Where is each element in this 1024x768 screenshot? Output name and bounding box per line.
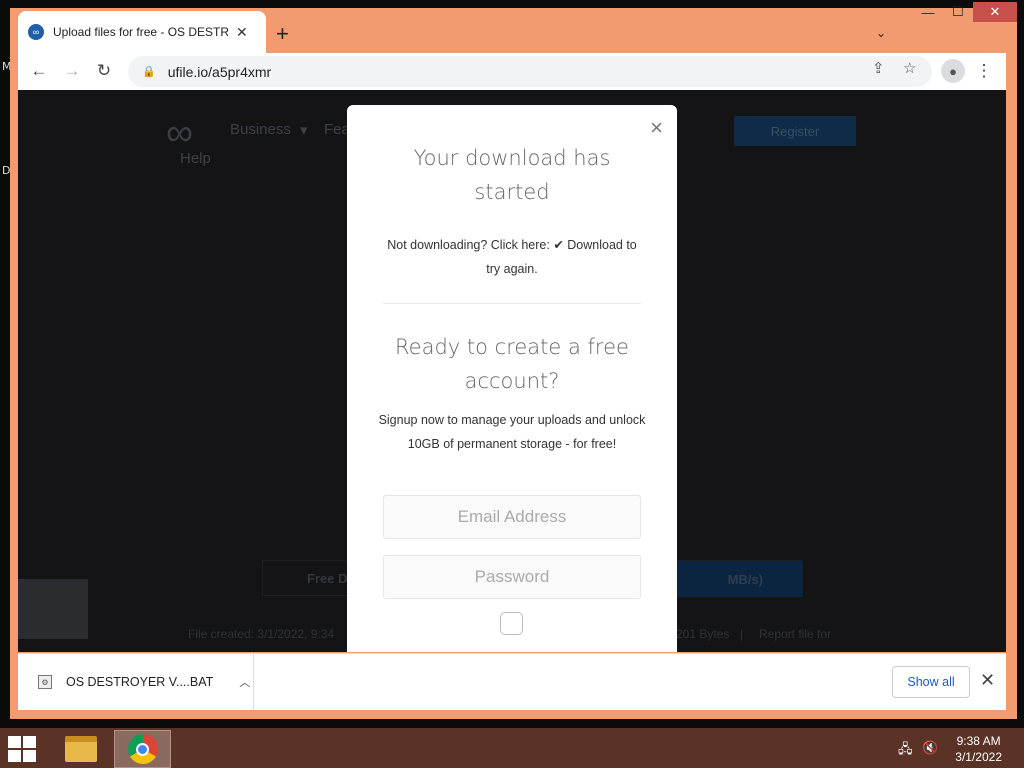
download-modal: × Your download has started Not download… bbox=[347, 105, 677, 652]
lock-icon[interactable]: 🔒 bbox=[142, 65, 156, 78]
chevron-up-icon[interactable]: ︿ bbox=[239, 674, 250, 690]
fast-download-button: MB/s) bbox=[663, 561, 803, 597]
not-downloading-text: Not downloading? Click here: ✔ Download … bbox=[380, 233, 644, 281]
reload-icon[interactable]: ↻ bbox=[91, 59, 117, 83]
window-controls: — ☐ ✕ bbox=[913, 2, 1017, 22]
taskbar: 🖧 🔇 9:38 AM 3/1/2022 bbox=[0, 728, 1024, 768]
clock-time: 9:38 AM bbox=[956, 734, 1001, 748]
site-logo-icon: ∞ bbox=[166, 112, 194, 154]
browser-toolbar: ← → ↻ 🔒 ufile.io/a5pr4xmr ⇪ ☆ ● ⋮ bbox=[18, 53, 1006, 90]
free-download-label: Free D bbox=[307, 571, 348, 586]
register-button: Register bbox=[734, 116, 856, 146]
signup-description: Signup now to manage your uploads and un… bbox=[378, 413, 646, 451]
clock-date: 3/1/2022 bbox=[955, 750, 1002, 764]
window-close-button[interactable]: ✕ bbox=[973, 2, 1017, 22]
windows-start-icon[interactable] bbox=[8, 736, 38, 762]
nav-business-chevron-icon: ▾ bbox=[300, 122, 308, 139]
download-file-name: OS DESTROYER V....BAT bbox=[66, 675, 214, 689]
tab-search-chevron-icon[interactable]: ⌄ bbox=[876, 26, 886, 40]
download-bar-close-icon[interactable]: ✕ bbox=[980, 670, 995, 691]
footer-separator: | bbox=[740, 627, 744, 641]
bat-file-icon: ⚙ bbox=[38, 675, 52, 689]
download-bar: ⚙ OS DESTROYER V....BAT ︿ Show all ✕ bbox=[18, 653, 1006, 710]
modal-close-icon[interactable]: × bbox=[650, 117, 663, 139]
retry-download-link[interactable]: ✔ Download bbox=[553, 238, 623, 252]
nav-business: Business bbox=[230, 121, 291, 138]
network-icon[interactable]: 🖧 bbox=[898, 740, 913, 762]
chrome-taskbar-button[interactable] bbox=[114, 730, 171, 768]
volume-muted-icon[interactable]: 🔇 bbox=[922, 740, 938, 756]
download-heading: Your download has started bbox=[413, 146, 611, 204]
menu-kebab-icon[interactable]: ⋮ bbox=[971, 59, 997, 83]
tab-title: Upload files for free - OS DESTROYER bbox=[53, 25, 228, 39]
report-file-link: Report file for bbox=[759, 627, 832, 641]
download-item[interactable]: ⚙ OS DESTROYER V....BAT ︿ bbox=[18, 654, 254, 710]
terms-checkbox[interactable] bbox=[500, 612, 523, 635]
chrome-icon bbox=[127, 734, 158, 764]
ufile-logo-icon: ∞ bbox=[28, 24, 44, 40]
password-field[interactable] bbox=[383, 555, 641, 599]
nav-features: Fea bbox=[324, 121, 350, 138]
share-icon[interactable]: ⇪ bbox=[872, 59, 885, 77]
file-created-text: File created: 3/1/2022, 9:34 bbox=[188, 627, 335, 641]
profile-avatar-icon[interactable]: ● bbox=[941, 59, 965, 83]
not-downloading-prefix: Not downloading? Click here: bbox=[387, 238, 554, 252]
email-field[interactable] bbox=[383, 495, 641, 539]
account-heading: Ready to create a free account? bbox=[395, 335, 629, 393]
file-size-text: 201 Bytes bbox=[676, 627, 730, 641]
maximize-button[interactable]: ☐ bbox=[943, 2, 973, 22]
file-explorer-button[interactable] bbox=[52, 730, 109, 768]
browser-tab[interactable]: ∞ Upload files for free - OS DESTROYER ✕ bbox=[18, 11, 266, 53]
address-bar[interactable]: 🔒 ufile.io/a5pr4xmr bbox=[128, 56, 932, 87]
back-arrow-icon[interactable]: ← bbox=[26, 59, 52, 83]
address-url[interactable]: ufile.io/a5pr4xmr bbox=[168, 64, 272, 80]
bookmark-star-icon[interactable]: ☆ bbox=[903, 59, 916, 77]
folder-icon bbox=[64, 736, 97, 762]
new-tab-button[interactable]: + bbox=[276, 22, 289, 46]
recaptcha-badge bbox=[18, 579, 88, 639]
system-clock[interactable]: 9:38 AM 3/1/2022 bbox=[955, 733, 1002, 765]
forward-arrow-icon[interactable]: → bbox=[59, 59, 85, 83]
modal-divider bbox=[383, 303, 641, 304]
nav-help: Help bbox=[180, 150, 211, 167]
show-all-button[interactable]: Show all bbox=[892, 666, 970, 698]
tab-close-icon[interactable]: ✕ bbox=[236, 24, 248, 41]
minimize-button[interactable]: — bbox=[913, 2, 943, 22]
